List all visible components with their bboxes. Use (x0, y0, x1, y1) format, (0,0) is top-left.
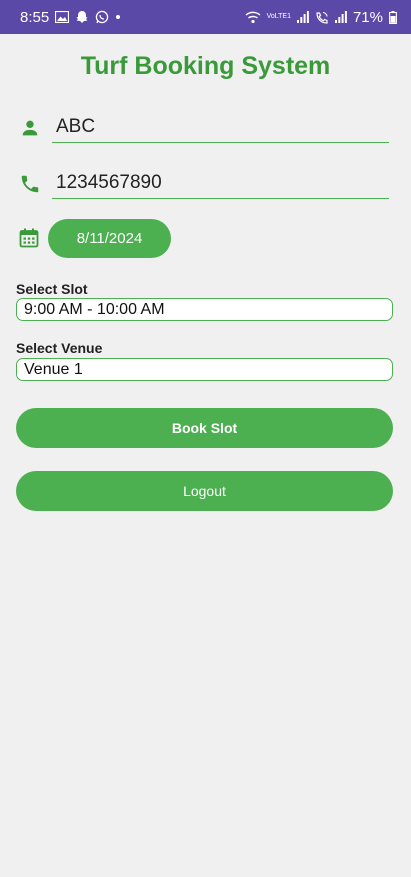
book-slot-button[interactable]: Book Slot (16, 408, 393, 448)
phone-input[interactable] (52, 167, 389, 199)
phone-field-row (17, 167, 389, 207)
phone-icon (19, 173, 41, 195)
battery-icon (389, 10, 397, 24)
venue-label: Select Venue (16, 340, 103, 356)
name-input[interactable] (52, 111, 389, 143)
slot-label: Select Slot (16, 281, 88, 297)
network-label: VoLTE1 (266, 13, 291, 20)
signal-icon (296, 11, 309, 23)
venue-select[interactable]: Venue 1 (16, 358, 393, 381)
calendar-icon[interactable] (19, 228, 39, 248)
whatsapp-icon (95, 10, 109, 24)
name-field-row (17, 111, 389, 151)
signal-icon (334, 11, 347, 23)
logout-button[interactable]: Logout (16, 471, 393, 511)
status-bar-left: 8:55 (20, 9, 121, 26)
battery-percent: 71% (352, 8, 383, 26)
wifi-icon (245, 11, 261, 24)
page-title: Turf Booking System (80, 52, 331, 80)
gallery-icon (55, 11, 70, 23)
dot-icon (115, 14, 121, 20)
status-bar: 8:55 VoLTE1 71% (0, 0, 411, 34)
person-icon (19, 117, 41, 139)
date-picker-button[interactable]: 8/11/2024 (48, 219, 171, 258)
wifi-calling-icon (315, 11, 329, 24)
slot-select[interactable]: 9:00 AM - 10:00 AM (16, 298, 393, 321)
snapchat-icon (75, 10, 89, 24)
status-bar-right: VoLTE1 71% (245, 9, 397, 26)
status-time: 8:55 (20, 8, 50, 26)
date-row: 8/11/2024 (17, 219, 217, 259)
